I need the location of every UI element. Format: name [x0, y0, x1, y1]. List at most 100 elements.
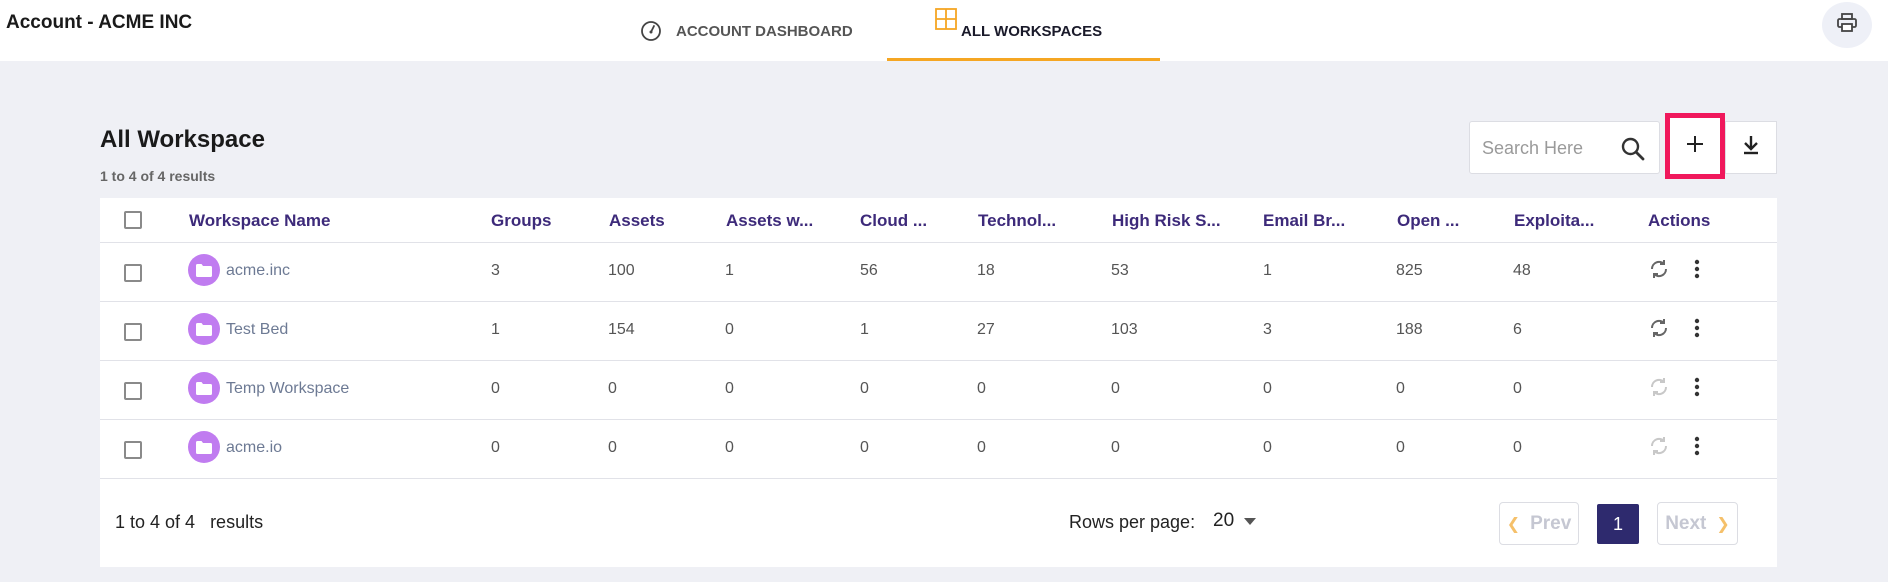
column-header-workspace-name[interactable]: Workspace Name — [189, 211, 330, 231]
cell-assets-w: 1 — [725, 262, 734, 279]
cell-groups: 0 — [491, 439, 500, 456]
cell-exploita: 6 — [1513, 321, 1522, 338]
cell-high-risk: 103 — [1111, 321, 1138, 338]
account-title: Account - ACME INC — [6, 12, 193, 33]
cell-open: 0 — [1396, 439, 1405, 456]
tab-label: ACCOUNT DASHBOARD — [676, 23, 853, 40]
top-bar: Account - ACME INC ACCOUNT DASHBOARD ALL… — [0, 0, 1888, 61]
next-page-button[interactable]: Next ❯ — [1657, 502, 1738, 545]
column-header-groups[interactable]: Groups — [491, 211, 551, 231]
cell-groups: 1 — [491, 321, 500, 338]
workspace-name-link[interactable]: acme.io — [226, 439, 282, 457]
more-options-icon[interactable] — [1692, 317, 1702, 344]
grid-icon — [935, 8, 957, 30]
table-row: acme.inc 3 100 1 56 18 53 1 825 48 — [100, 243, 1777, 302]
column-header-cloud[interactable]: Cloud ... — [860, 211, 927, 231]
search-box[interactable] — [1469, 121, 1660, 174]
column-header-technol[interactable]: Technol... — [978, 211, 1056, 231]
cell-assets-w: 0 — [725, 321, 734, 338]
chevron-left-icon: ❮ — [1506, 515, 1521, 533]
column-header-actions: Actions — [1648, 211, 1711, 230]
download-icon — [1741, 134, 1761, 161]
cell-open: 0 — [1396, 380, 1405, 397]
search-icon[interactable] — [1620, 136, 1646, 167]
column-header-assets[interactable]: Assets — [609, 211, 665, 231]
column-header-open[interactable]: Open ... — [1397, 211, 1459, 231]
gauge-icon — [640, 20, 662, 42]
printer-icon — [1836, 12, 1858, 39]
cell-exploita: 0 — [1513, 380, 1522, 397]
table-row: Test Bed 1 154 0 1 27 103 3 188 6 — [100, 302, 1777, 361]
sync-icon-disabled — [1648, 376, 1670, 403]
more-options-icon[interactable] — [1692, 258, 1702, 285]
plus-icon — [1685, 134, 1705, 159]
select-all-checkbox[interactable] — [124, 211, 142, 229]
prev-label: Prev — [1530, 512, 1572, 534]
sync-icon[interactable] — [1648, 317, 1670, 344]
row-checkbox[interactable] — [124, 323, 142, 341]
cell-assets-w: 0 — [725, 380, 734, 397]
cell-assets: 0 — [608, 439, 617, 456]
cell-exploita: 0 — [1513, 439, 1522, 456]
folder-icon — [188, 372, 220, 404]
table-header: Workspace Name Groups Assets Assets w...… — [100, 198, 1777, 243]
cell-assets: 154 — [608, 321, 635, 338]
row-checkbox[interactable] — [124, 264, 142, 282]
workspace-table: Workspace Name Groups Assets Assets w...… — [100, 198, 1777, 567]
cell-high-risk: 53 — [1111, 262, 1129, 279]
tab-all-workspaces[interactable]: ALL WORKSPACES — [887, 0, 1160, 61]
search-input[interactable] — [1482, 135, 1612, 161]
table-row: acme.io 0 0 0 0 0 0 0 0 0 — [100, 420, 1777, 479]
cell-cloud: 56 — [860, 262, 878, 279]
row-checkbox[interactable] — [124, 382, 142, 400]
table-row: Temp Workspace 0 0 0 0 0 0 0 0 0 — [100, 361, 1777, 420]
cell-high-risk: 0 — [1111, 439, 1120, 456]
tab-label: ALL WORKSPACES — [961, 23, 1103, 40]
cell-assets: 100 — [608, 262, 635, 279]
add-workspace-button[interactable] — [1665, 113, 1725, 179]
workspace-name-link[interactable]: Test Bed — [226, 321, 288, 339]
result-count: 1 to 4 of 4 results — [100, 168, 216, 184]
cell-open: 825 — [1396, 262, 1423, 279]
column-header-email-br[interactable]: Email Br... — [1263, 211, 1345, 231]
next-label: Next — [1665, 512, 1707, 534]
rows-per-page-select[interactable]: 20 — [1213, 510, 1257, 532]
cell-email-br: 3 — [1263, 321, 1272, 338]
cell-groups: 0 — [491, 380, 500, 397]
folder-icon — [188, 431, 220, 463]
cell-technol: 0 — [977, 439, 986, 456]
footer-result-count: 1 to 4 of 4 results — [115, 512, 264, 532]
chevron-right-icon: ❯ — [1716, 515, 1730, 533]
cell-high-risk: 0 — [1111, 380, 1120, 397]
cell-cloud: 1 — [860, 321, 869, 338]
cell-technol: 0 — [977, 380, 986, 397]
tab-account-dashboard[interactable]: ACCOUNT DASHBOARD — [640, 0, 888, 61]
row-checkbox[interactable] — [124, 441, 142, 459]
sync-icon[interactable] — [1648, 258, 1670, 285]
column-header-assets-w[interactable]: Assets w... — [726, 211, 813, 231]
print-button[interactable] — [1822, 2, 1872, 48]
rows-per-page-label: Rows per page: — [1069, 512, 1196, 532]
page-title: All Workspace — [100, 126, 265, 153]
more-options-icon[interactable] — [1692, 376, 1702, 403]
workspace-name-link[interactable]: acme.inc — [226, 262, 290, 280]
cell-exploita: 48 — [1513, 262, 1531, 279]
download-button[interactable] — [1725, 121, 1777, 174]
cell-email-br: 0 — [1263, 380, 1272, 397]
cell-technol: 18 — [977, 262, 995, 279]
sync-icon-disabled — [1648, 435, 1670, 462]
cell-email-br: 1 — [1263, 262, 1272, 279]
folder-icon — [188, 313, 220, 345]
page-number-current[interactable]: 1 — [1597, 504, 1639, 544]
cell-cloud: 0 — [860, 380, 869, 397]
column-header-high-risk[interactable]: High Risk S... — [1112, 211, 1221, 231]
column-header-exploita[interactable]: Exploita... — [1514, 211, 1594, 231]
caret-down-icon — [1244, 517, 1257, 525]
cell-cloud: 0 — [860, 439, 869, 456]
more-options-icon[interactable] — [1692, 435, 1702, 462]
prev-page-button[interactable]: ❮ Prev — [1499, 502, 1579, 545]
cell-assets: 0 — [608, 380, 617, 397]
cell-technol: 27 — [977, 321, 995, 338]
cell-open: 188 — [1396, 321, 1423, 338]
workspace-name-link[interactable]: Temp Workspace — [226, 380, 349, 398]
